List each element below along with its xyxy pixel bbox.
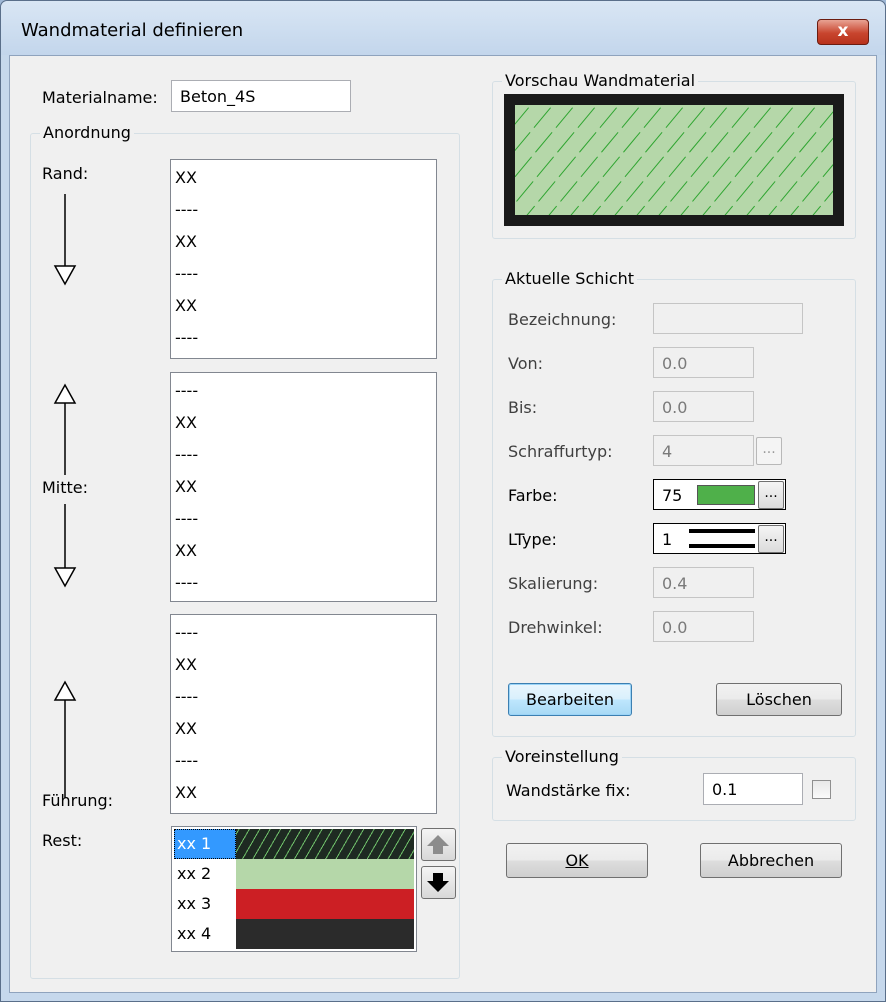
fuehrung-list[interactable]: ---- XX ---- XX ---- XX <box>170 614 437 814</box>
skalierung-input[interactable]: 0.4 <box>653 567 754 598</box>
list-item[interactable]: XX <box>171 647 436 679</box>
mitte-label: Mitte: <box>42 478 89 497</box>
von-label: Von: <box>508 354 544 373</box>
cancel-button[interactable]: Abbrechen <box>700 843 842 878</box>
move-up-button[interactable] <box>421 828 456 861</box>
close-button[interactable]: x <box>817 19 869 45</box>
ltype-browse-button[interactable]: ... <box>758 525 784 553</box>
rest-row[interactable]: xx 3 <box>174 889 414 919</box>
linetype-preview <box>689 529 755 548</box>
rest-color-swatch <box>236 919 414 949</box>
list-item[interactable]: XX <box>171 711 436 743</box>
schraffurtyp-input[interactable]: 4 <box>653 435 754 466</box>
list-item[interactable]: XX <box>171 288 436 320</box>
list-item[interactable]: ---- <box>171 743 436 775</box>
edit-button[interactable]: Bearbeiten <box>508 683 632 716</box>
rand-label: Rand: <box>42 164 89 183</box>
close-icon: x <box>837 21 849 41</box>
window-title: Wandmaterial definieren <box>21 20 244 41</box>
preview-title: Vorschau Wandmaterial <box>502 71 699 90</box>
wandstaerke-label: Wandstärke fix: <box>506 781 631 800</box>
rest-row-label: xx 4 <box>177 924 212 943</box>
ltype-label: LType: <box>508 530 557 549</box>
bis-label: Bis: <box>508 398 538 417</box>
ok-button[interactable]: OK <box>506 843 648 878</box>
list-item[interactable]: ---- <box>171 320 436 352</box>
delete-button[interactable]: Löschen <box>716 683 842 716</box>
wall-preview <box>504 94 844 226</box>
arrow-down-icon <box>427 873 449 892</box>
down-arrow-icon <box>53 194 77 286</box>
wandstaerke-input[interactable]: 0.1 <box>703 773 803 805</box>
materialname-input[interactable]: Beton_4S <box>171 80 351 112</box>
current-layer-title: Aktuelle Schicht <box>502 269 638 288</box>
schraffurtyp-browse-button[interactable]: ... <box>756 437 782 465</box>
rest-color-swatch <box>236 829 414 859</box>
arrangement-title: Anordnung <box>40 123 134 142</box>
rest-color-swatch <box>236 859 414 889</box>
list-item[interactable]: ---- <box>171 192 436 224</box>
list-item[interactable]: XX <box>171 533 436 565</box>
materialname-label: Materialname: <box>42 88 158 107</box>
title-bar[interactable]: Wandmaterial definieren x <box>1 1 885 55</box>
rest-row[interactable]: xx 2 <box>174 859 414 889</box>
list-item[interactable]: XX <box>171 160 436 192</box>
skalierung-label: Skalierung: <box>508 574 599 593</box>
list-item[interactable]: ---- <box>171 373 436 405</box>
ok-button-label: OK <box>565 851 589 870</box>
list-item[interactable]: ---- <box>171 501 436 533</box>
up-arrow-icon <box>53 680 77 798</box>
fuehrung-label: Führung: <box>42 791 114 810</box>
rest-row[interactable]: xx 1 <box>174 829 414 859</box>
drehwinkel-label: Drehwinkel: <box>508 618 603 637</box>
farbe-value: 75 <box>662 486 683 505</box>
rest-row-label: xx 1 <box>174 829 236 859</box>
arrow-up-icon <box>427 835 449 854</box>
bis-input[interactable]: 0.0 <box>653 391 754 422</box>
rest-list[interactable]: xx 1 xx 2 xx 3 xx 4 <box>171 826 417 952</box>
list-item[interactable]: XX <box>171 224 436 256</box>
list-item[interactable]: XX <box>171 469 436 501</box>
drehwinkel-input[interactable]: 0.0 <box>653 611 754 642</box>
list-item[interactable]: XX <box>171 405 436 437</box>
list-item[interactable]: XX <box>171 775 436 807</box>
down-arrow-icon <box>53 504 77 588</box>
dialog-client: Materialname: Beton_4S Anordnung Rand: X… <box>9 55 877 993</box>
list-item[interactable]: ---- <box>171 256 436 288</box>
mitte-list[interactable]: ---- XX ---- XX ---- XX ---- <box>170 372 437 602</box>
rest-row[interactable]: xx 4 <box>174 919 414 949</box>
rest-row-label: xx 3 <box>177 894 212 913</box>
bezeichnung-input[interactable] <box>653 303 803 334</box>
rand-list[interactable]: XX ---- XX ---- XX ---- <box>170 159 437 359</box>
list-item[interactable]: ---- <box>171 565 436 597</box>
list-item[interactable]: ---- <box>171 437 436 469</box>
color-swatch <box>697 485 755 505</box>
rest-row-label: xx 2 <box>177 864 212 883</box>
move-down-button[interactable] <box>421 866 456 899</box>
bezeichnung-label: Bezeichnung: <box>508 310 617 329</box>
preset-title: Voreinstellung <box>502 747 622 766</box>
rest-color-swatch <box>236 889 414 919</box>
von-input[interactable]: 0.0 <box>653 347 754 378</box>
list-item[interactable]: ---- <box>171 615 436 647</box>
farbe-label: Farbe: <box>508 486 558 505</box>
schraffurtyp-label: Schraffurtyp: <box>508 442 613 461</box>
list-item[interactable]: ---- <box>171 679 436 711</box>
rest-label: Rest: <box>42 831 83 850</box>
ltype-value: 1 <box>662 530 673 549</box>
wandstaerke-checkbox[interactable] <box>812 780 831 799</box>
up-arrow-icon <box>53 383 77 475</box>
farbe-browse-button[interactable]: ... <box>758 481 784 509</box>
dialog-window: Wandmaterial definieren x Materialname: … <box>0 0 886 1002</box>
